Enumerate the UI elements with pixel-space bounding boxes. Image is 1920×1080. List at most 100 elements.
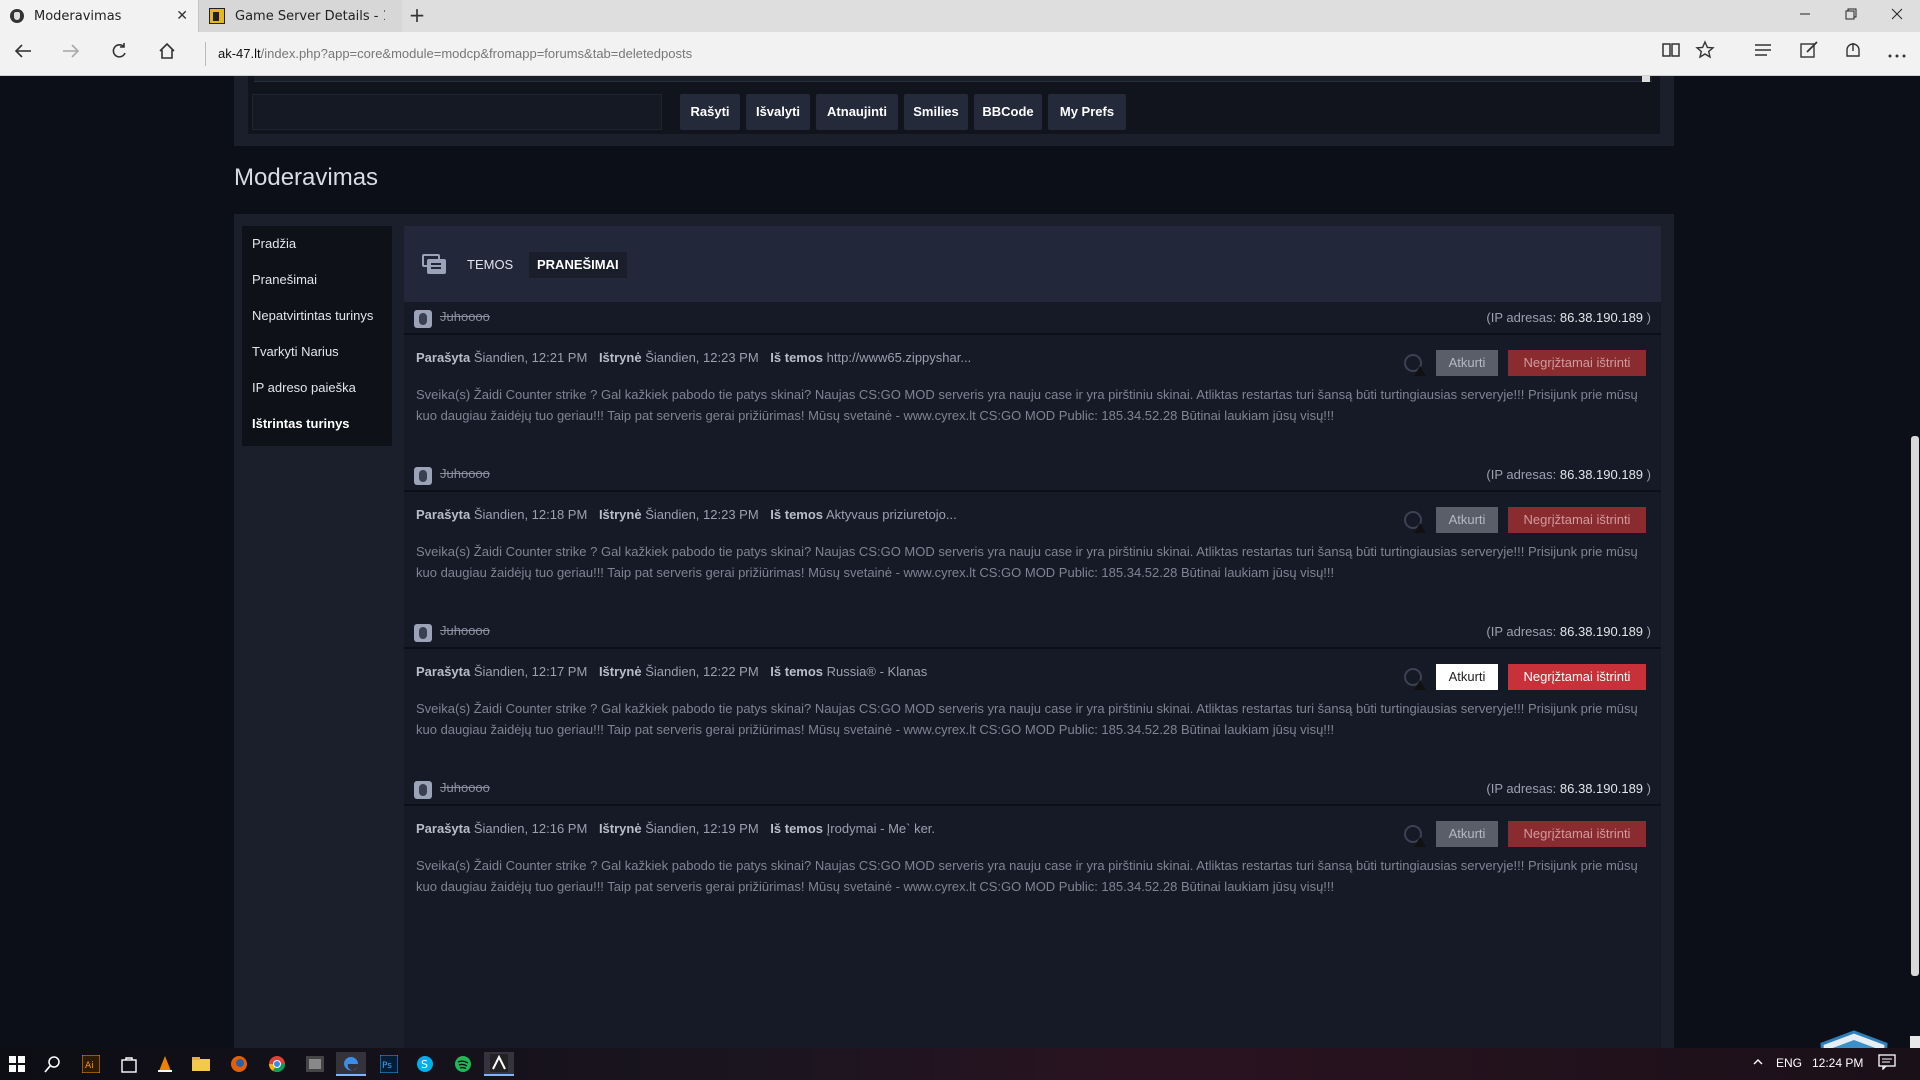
scrollbar-thumb[interactable] <box>1911 436 1919 976</box>
clock-time[interactable]: 12:24 PM <box>1812 1056 1863 1070</box>
more-options-icon[interactable] <box>1882 40 1912 68</box>
post-author[interactable]: Juhoooo <box>440 623 490 638</box>
delete-forever-button[interactable]: Negrįžtamai ištrinti <box>1508 350 1646 376</box>
my-prefs-button[interactable]: My Prefs <box>1048 94 1126 130</box>
firefox-icon[interactable] <box>224 1052 254 1076</box>
ip-info: (IP adresas: 86.38.190.189 ) <box>1486 467 1651 482</box>
start-windows-icon[interactable] <box>2 1052 32 1076</box>
spotify-icon[interactable] <box>448 1052 478 1076</box>
ip-address[interactable]: 86.38.190.189 <box>1560 310 1643 325</box>
post-author[interactable]: Juhoooo <box>440 309 490 324</box>
sidebar-item-home[interactable]: Pradžia <box>242 226 392 262</box>
share-icon[interactable] <box>1838 40 1868 68</box>
forward-arrow-icon[interactable] <box>56 40 86 68</box>
home-icon[interactable] <box>152 40 182 68</box>
post-header: Juhoooo (IP adresas: 86.38.190.189 ) <box>404 302 1661 335</box>
ip-address[interactable]: 86.38.190.189 <box>1560 467 1643 482</box>
delete-forever-button[interactable]: Negrįžtamai ištrinti <box>1508 664 1646 690</box>
avatar[interactable] <box>414 310 432 328</box>
avatar[interactable] <box>414 467 432 485</box>
delete-forever-button[interactable]: Negrįžtamai ištrinti <box>1508 821 1646 847</box>
modcp-sidebar: Pradžia Pranešimai Nepatvirtintas turiny… <box>242 226 392 446</box>
topic-link[interactable]: http://www65.zippyshar... <box>827 350 972 365</box>
page-scrollbar[interactable] <box>1910 76 1920 1048</box>
tab-topics[interactable]: TEMOS <box>459 252 521 278</box>
refresh-icon[interactable] <box>104 40 134 68</box>
svg-text:Ai: Ai <box>85 1061 94 1071</box>
clear-button[interactable]: Išvalyti <box>746 94 810 130</box>
windows-taskbar: Ai Ps S ENG 12:24 PM <box>0 1048 1920 1080</box>
browser-tab-moderavimas[interactable]: Moderavimas ✕ <box>0 0 198 32</box>
sidebar-item-reports[interactable]: Pranešimai <box>242 262 392 298</box>
bbcode-button[interactable]: BBCode <box>974 94 1042 130</box>
post-meta: Parašyta Šiandien, 12:16 PM Ištrynė Šian… <box>416 821 936 836</box>
media-app-icon[interactable] <box>300 1052 330 1076</box>
avatar[interactable] <box>414 781 432 799</box>
post-body: Sveika(s) Žaidi Counter strike ? Gal kaž… <box>416 858 1638 894</box>
restore-button[interactable]: Atkurti <box>1436 664 1498 690</box>
favorite-star-icon[interactable] <box>1690 40 1720 68</box>
post-author[interactable]: Juhoooo <box>440 780 490 795</box>
sidebar-item-manage-members[interactable]: Tvarkyti Narius <box>242 334 392 370</box>
security-shield-icon[interactable] <box>1818 1028 1890 1048</box>
site-favicon-icon <box>10 9 24 23</box>
refresh-button[interactable]: Atnaujinti <box>816 94 898 130</box>
back-arrow-icon[interactable] <box>8 40 38 68</box>
close-window-icon[interactable] <box>1874 0 1920 32</box>
editor-textarea-edge[interactable] <box>254 76 1652 82</box>
editor-scrollbar[interactable] <box>1642 76 1650 82</box>
minimize-icon[interactable] <box>1782 0 1828 32</box>
web-note-icon[interactable] <box>1794 40 1824 68</box>
browser-tab-game-server[interactable]: Game Server Details - 185.8 <box>198 0 402 32</box>
shoutbox-input[interactable] <box>252 94 662 130</box>
post-meta: Parašyta Šiandien, 12:21 PM Ištrynė Šian… <box>416 350 972 365</box>
clock-warning-icon <box>1404 511 1426 533</box>
sidebar-item-unapproved[interactable]: Nepatvirtintas turinys <box>242 298 392 334</box>
game-app-icon[interactable] <box>484 1052 514 1076</box>
ip-address[interactable]: 86.38.190.189 <box>1560 781 1643 796</box>
content-tabs: TEMOS PRANEŠIMAI <box>404 226 1661 302</box>
post-author[interactable]: Juhoooo <box>440 466 490 481</box>
clock-warning-icon <box>1404 354 1426 376</box>
restore-button[interactable]: Atkurti <box>1436 821 1498 847</box>
ip-address[interactable]: 86.38.190.189 <box>1560 624 1643 639</box>
modcp-panel: Pradžia Pranešimai Nepatvirtintas turiny… <box>234 214 1674 1048</box>
smilies-button[interactable]: Smilies <box>904 94 968 130</box>
post-header: Juhoooo (IP adresas: 86.38.190.189 ) <box>404 616 1661 649</box>
topic-link[interactable]: Aktyvaus priziuretojo... <box>826 507 957 522</box>
post-header: Juhoooo (IP adresas: 86.38.190.189 ) <box>404 773 1661 806</box>
edge-browser-icon[interactable] <box>336 1052 366 1076</box>
tab-posts[interactable]: PRANEŠIMAI <box>529 252 627 278</box>
language-indicator[interactable]: ENG <box>1776 1056 1802 1070</box>
notifications-icon[interactable] <box>1878 1054 1896 1073</box>
delete-forever-button[interactable]: Negrįžtamai ištrinti <box>1508 507 1646 533</box>
address-bar: ak-47.lt/index.php?app=core&module=modcp… <box>0 32 1920 76</box>
photoshop-icon[interactable]: Ps <box>374 1052 404 1076</box>
avatar[interactable] <box>414 624 432 642</box>
store-icon[interactable] <box>114 1052 144 1076</box>
topic-link[interactable]: Russia® - Klanas <box>827 664 928 679</box>
new-tab-button[interactable]: + <box>404 4 430 28</box>
reply-editor: Rašyti Išvalyti Atnaujinti Smilies BBCod… <box>234 76 1674 146</box>
vlc-icon[interactable] <box>150 1052 180 1076</box>
close-tab-icon[interactable]: ✕ <box>176 8 188 24</box>
restore-button[interactable]: Atkurti <box>1436 350 1498 376</box>
clock-warning-icon <box>1404 668 1426 690</box>
url-field[interactable]: ak-47.lt/index.php?app=core&module=modcp… <box>205 42 1605 66</box>
write-button[interactable]: Rašyti <box>680 94 740 130</box>
post-meta: Parašyta Šiandien, 12:18 PM Ištrynė Šian… <box>416 507 957 522</box>
hub-icon[interactable] <box>1748 40 1778 68</box>
sidebar-item-ip-search[interactable]: IP adreso paieška <box>242 370 392 406</box>
search-icon[interactable] <box>38 1052 68 1076</box>
illustrator-icon[interactable]: Ai <box>76 1052 106 1076</box>
tray-chevron-up-icon[interactable] <box>1752 1056 1764 1071</box>
sidebar-item-deleted-content[interactable]: Ištrintas turinys <box>242 406 392 442</box>
scroll-down-arrow[interactable] <box>1910 1036 1920 1048</box>
skype-icon[interactable]: S <box>410 1052 440 1076</box>
reading-view-icon[interactable] <box>1656 40 1686 68</box>
file-explorer-icon[interactable] <box>186 1052 216 1076</box>
restore-window-icon[interactable] <box>1828 0 1874 32</box>
topic-link[interactable]: Įrodymai - Me` ker. <box>827 821 935 836</box>
restore-button[interactable]: Atkurti <box>1436 507 1498 533</box>
chrome-icon[interactable] <box>262 1052 292 1076</box>
